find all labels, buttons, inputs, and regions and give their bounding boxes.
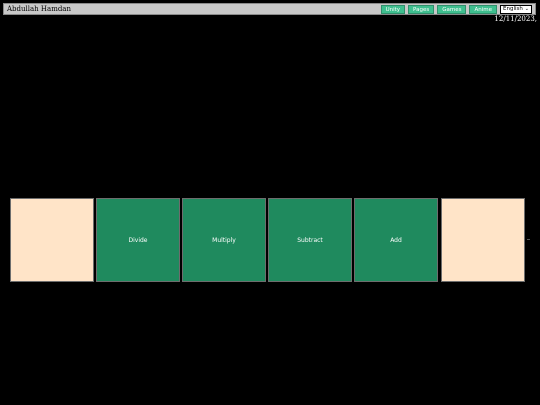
language-select-value: English xyxy=(503,6,523,12)
site-name: Abdullah Hamdan xyxy=(7,5,71,13)
date-display: 12/11/2023, xyxy=(494,15,537,23)
multiply-tile[interactable]: Multiply xyxy=(182,198,266,282)
nav-games-button[interactable]: Games xyxy=(437,5,467,14)
blank-tile-left xyxy=(10,198,94,282)
nav-bar: Unity Pages Games Anime English ⌄ xyxy=(380,5,532,14)
nav-unity-button[interactable]: Unity xyxy=(380,5,406,14)
edge-mark xyxy=(527,239,530,240)
language-select[interactable]: English ⌄ xyxy=(500,5,532,14)
add-tile[interactable]: Add xyxy=(354,198,438,282)
nav-anime-button[interactable]: Anime xyxy=(469,5,497,14)
chevron-down-icon: ⌄ xyxy=(524,6,529,12)
tile-row: Divide Multiply Subtract Add xyxy=(10,198,526,282)
blank-tile-right xyxy=(441,198,525,282)
top-bar: Abdullah Hamdan Unity Pages Games Anime … xyxy=(3,3,536,15)
nav-pages-button[interactable]: Pages xyxy=(408,5,435,14)
divide-tile[interactable]: Divide xyxy=(96,198,180,282)
subtract-tile[interactable]: Subtract xyxy=(268,198,352,282)
